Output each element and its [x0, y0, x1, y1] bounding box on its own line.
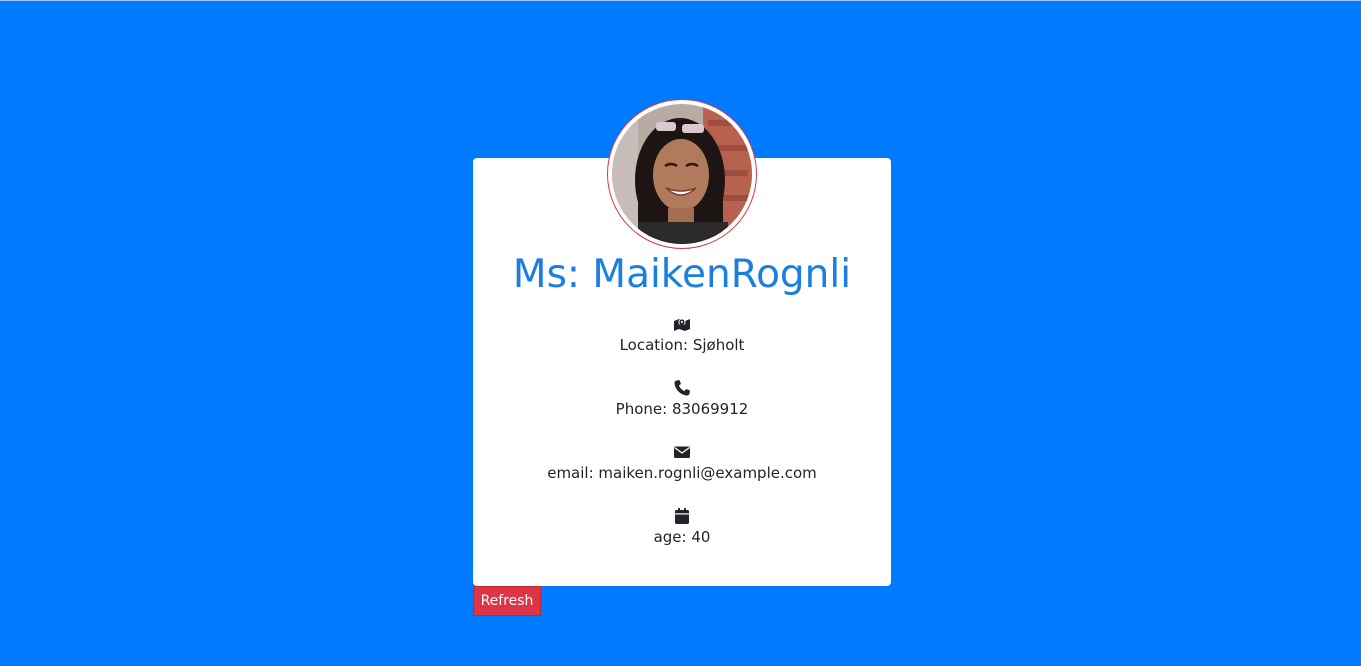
age-info: age: 40: [473, 507, 891, 546]
email-info: email: maiken.rognli@example.com: [473, 443, 891, 482]
phone-icon: [674, 380, 690, 396]
top-edge-line: [0, 0, 1361, 1]
email-text: email: maiken.rognli@example.com: [547, 464, 817, 482]
user-name: Ms: MaikenRognli: [512, 252, 852, 297]
avatar-photo: [610, 102, 754, 246]
phone-info: Phone: 83069912: [473, 379, 891, 418]
refresh-button[interactable]: Refresh: [473, 586, 541, 616]
age-text: age: 40: [653, 528, 711, 546]
phone-text: Phone: 83069912: [615, 400, 749, 418]
location-info: Location: Sjøholt: [473, 315, 891, 354]
envelope-icon: [674, 446, 690, 458]
calendar-icon: [675, 508, 689, 524]
map-marker-icon: [674, 318, 690, 331]
avatar: [607, 99, 757, 249]
location-text: Location: Sjøholt: [619, 336, 745, 354]
